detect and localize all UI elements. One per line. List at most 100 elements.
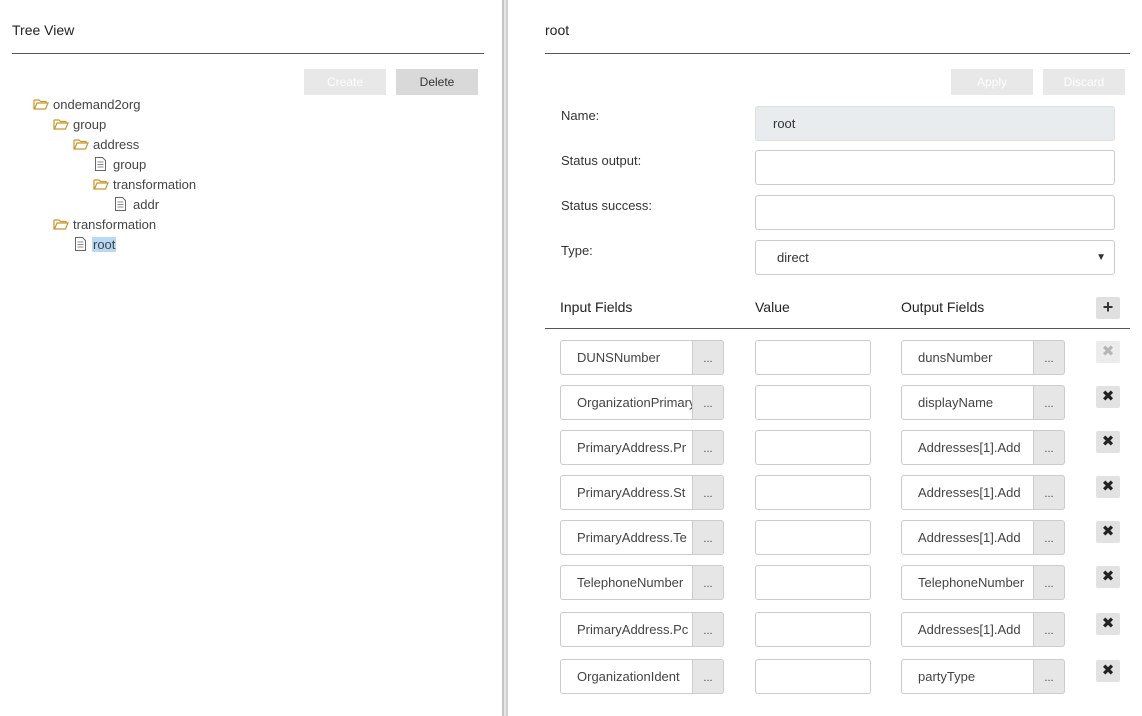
output-field[interactable]: dunsNumber (901, 340, 1034, 375)
detail-title: root (545, 22, 570, 38)
folder-open-icon (93, 177, 109, 191)
value-field[interactable] (755, 520, 871, 555)
tree-node-group[interactable]: group (53, 117, 107, 135)
output-browse-button[interactable]: ... (1034, 340, 1065, 375)
output-field[interactable]: Addresses[1].Add (901, 520, 1034, 555)
tree-node-transformation-root[interactable]: transformation (53, 217, 157, 235)
output-browse-button[interactable]: ... (1034, 565, 1065, 600)
mapping-row: OrganizationPrimary ... displayName ... … (508, 385, 1142, 421)
delete-row-button[interactable]: ✖ (1096, 566, 1120, 588)
close-icon: ✖ (1101, 433, 1115, 450)
document-icon (93, 157, 109, 171)
delete-button[interactable]: Delete (396, 69, 478, 95)
value-field[interactable] (755, 612, 871, 647)
tree-node-root[interactable]: root (73, 237, 117, 255)
input-field[interactable]: PrimaryAddress.Pr (560, 430, 693, 465)
value-field[interactable] (755, 430, 871, 465)
close-icon: ✖ (1101, 568, 1115, 585)
input-field[interactable]: TelephoneNumber (560, 565, 693, 600)
detail-panel: root Apply Discard Name: root Status out… (508, 0, 1142, 716)
delete-row-button[interactable]: ✖ (1096, 660, 1120, 682)
input-browse-button[interactable]: ... (693, 340, 724, 375)
name-field[interactable]: root (755, 106, 1115, 141)
tree-node-label: root (92, 237, 117, 252)
tree-view-panel: Tree View Create Delete ondemand2org gro… (0, 0, 502, 716)
discard-button[interactable]: Discard (1043, 69, 1125, 95)
type-select[interactable]: direct ▼ (755, 240, 1115, 275)
tree-node-group-doc[interactable]: group (93, 157, 147, 175)
value-field[interactable] (755, 659, 871, 694)
output-browse-button[interactable]: ... (1034, 659, 1065, 694)
value-field[interactable] (755, 475, 871, 510)
value-field[interactable] (755, 340, 871, 375)
tree-node-label: group (73, 117, 107, 132)
input-browse-button[interactable]: ... (693, 475, 724, 510)
tree-node-label: addr (133, 197, 160, 212)
output-field[interactable]: Addresses[1].Add (901, 475, 1034, 510)
mapping-header-divider (545, 328, 1130, 329)
folder-open-icon (73, 137, 89, 151)
add-row-button[interactable]: + (1096, 297, 1120, 319)
input-field[interactable]: PrimaryAddress.Te (560, 520, 693, 555)
input-browse-button[interactable]: ... (693, 385, 724, 420)
close-icon: ✖ (1101, 523, 1115, 540)
mapping-row: TelephoneNumber ... TelephoneNumber ... … (508, 565, 1142, 601)
type-label: Type: (561, 243, 593, 258)
delete-row-button[interactable]: ✖ (1096, 613, 1120, 635)
delete-row-button[interactable]: ✖ (1096, 476, 1120, 498)
close-icon: ✖ (1101, 615, 1115, 632)
name-label: Name: (561, 108, 600, 123)
tree-node-label: ondemand2org (53, 97, 141, 112)
value-field[interactable] (755, 385, 871, 420)
output-fields-header: Output Fields (901, 299, 985, 315)
output-browse-button[interactable]: ... (1034, 612, 1065, 647)
close-icon: ✖ (1101, 662, 1115, 679)
tree-node-addr[interactable]: addr (113, 197, 160, 215)
delete-row-button[interactable]: ✖ (1096, 431, 1120, 453)
mapping-row: OrganizationIdent ... partyType ... ✖ (508, 659, 1142, 695)
input-browse-button[interactable]: ... (693, 520, 724, 555)
output-field[interactable]: partyType (901, 659, 1034, 694)
delete-row-button[interactable]: ✖ (1096, 521, 1120, 543)
tree-node-label: address (93, 137, 140, 152)
close-icon: ✖ (1101, 343, 1115, 360)
folder-open-icon (53, 217, 69, 231)
input-browse-button[interactable]: ... (693, 659, 724, 694)
delete-row-button[interactable]: ✖ (1096, 341, 1120, 363)
input-fields-header: Input Fields (560, 299, 633, 315)
output-field[interactable]: TelephoneNumber (901, 565, 1034, 600)
close-icon: ✖ (1101, 478, 1115, 495)
create-button[interactable]: Create (304, 69, 386, 95)
apply-button[interactable]: Apply (951, 69, 1033, 95)
mapping-row: PrimaryAddress.Pc ... Addresses[1].Add .… (508, 612, 1142, 648)
input-field[interactable]: PrimaryAddress.St (560, 475, 693, 510)
input-field[interactable]: OrganizationPrimary (560, 385, 693, 420)
input-field[interactable]: OrganizationIdent (560, 659, 693, 694)
output-field[interactable]: Addresses[1].Add (901, 430, 1034, 465)
input-field[interactable]: PrimaryAddress.Pc (560, 612, 693, 647)
input-browse-button[interactable]: ... (693, 565, 724, 600)
status-success-field[interactable] (755, 195, 1115, 230)
output-field[interactable]: Addresses[1].Add (901, 612, 1034, 647)
input-field[interactable]: DUNSNumber (560, 340, 693, 375)
tree-node-label: transformation (73, 217, 157, 232)
tree-node-transformation[interactable]: transformation (93, 177, 197, 195)
tree-node-ondemand2org[interactable]: ondemand2org (33, 97, 141, 115)
folder-open-icon (33, 97, 49, 111)
tree-node-address[interactable]: address (73, 137, 140, 155)
value-header: Value (755, 299, 790, 315)
output-browse-button[interactable]: ... (1034, 385, 1065, 420)
output-browse-button[interactable]: ... (1034, 430, 1065, 465)
value-field[interactable] (755, 565, 871, 600)
input-browse-button[interactable]: ... (693, 612, 724, 647)
tree-view-title: Tree View (12, 22, 75, 38)
output-field[interactable]: displayName (901, 385, 1034, 420)
delete-row-button[interactable]: ✖ (1096, 386, 1120, 408)
input-browse-button[interactable]: ... (693, 430, 724, 465)
output-browse-button[interactable]: ... (1034, 475, 1065, 510)
status-success-label: Status success: (561, 198, 653, 213)
output-browse-button[interactable]: ... (1034, 520, 1065, 555)
status-output-field[interactable] (755, 150, 1115, 185)
dropdown-arrow-icon: ▼ (1096, 252, 1106, 263)
mapping-row: PrimaryAddress.Te ... Addresses[1].Add .… (508, 520, 1142, 556)
